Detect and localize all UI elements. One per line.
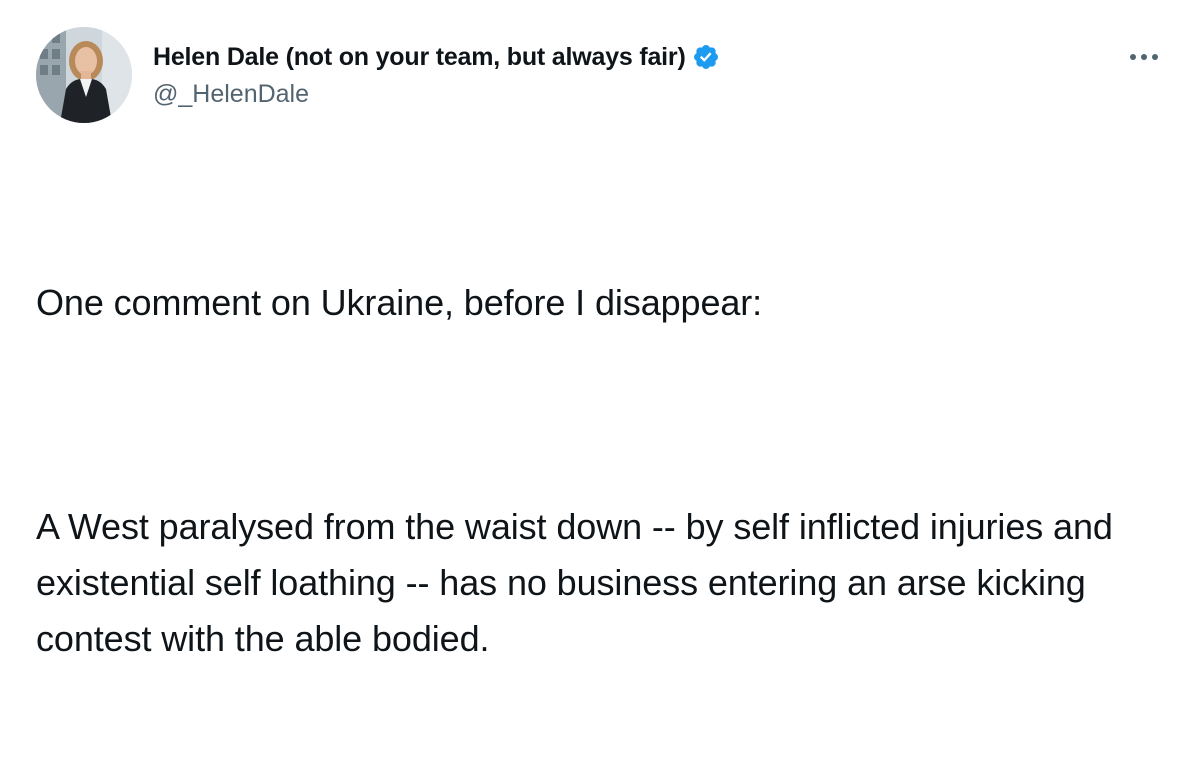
tweet-paragraph: A West paralysed from the waist down -- … bbox=[36, 506, 1123, 659]
author-handle[interactable]: @_HelenDale bbox=[153, 80, 720, 109]
profile-photo bbox=[36, 27, 132, 123]
more-options-button[interactable] bbox=[1120, 40, 1168, 74]
author-avatar[interactable] bbox=[36, 27, 132, 123]
tweet-paragraph: One comment on Ukraine, before I disappe… bbox=[36, 282, 763, 323]
name-row: Helen Dale (not on your team, but always… bbox=[153, 40, 720, 74]
verified-badge-icon bbox=[692, 43, 720, 71]
tweet-card: Helen Dale (not on your team, but always… bbox=[0, 0, 1202, 659]
tweet-body: One comment on Ukraine, before I disappe… bbox=[36, 163, 1176, 779]
tweet-header: Helen Dale (not on your team, but always… bbox=[153, 40, 720, 109]
ellipsis-icon bbox=[1130, 54, 1158, 60]
author-display-name[interactable]: Helen Dale (not on your team, but always… bbox=[153, 43, 686, 72]
